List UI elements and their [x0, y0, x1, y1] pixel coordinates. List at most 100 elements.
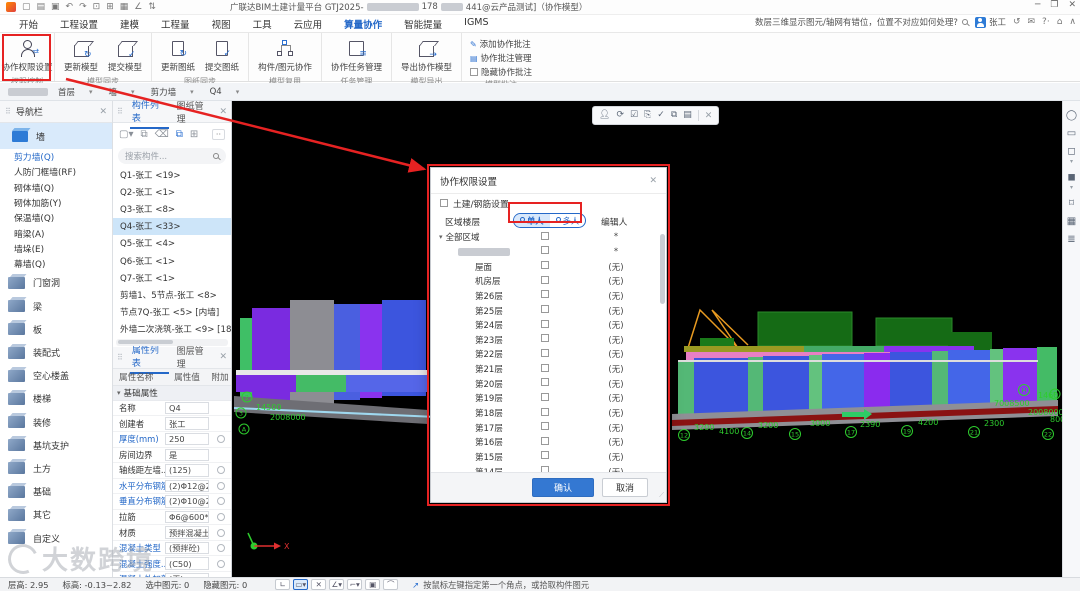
property-attach-cell[interactable] [211, 466, 231, 474]
horizontal-scrollbar[interactable] [116, 339, 228, 346]
confirm-button[interactable]: 确认 [532, 478, 594, 497]
collab-task-button[interactable]: ≡ 协作任务管理 [328, 35, 385, 75]
component-collab-button[interactable]: 构件/图元协作 [255, 35, 315, 75]
property-value-input[interactable]: 是 [165, 449, 209, 462]
help-icon[interactable]: ?· [1042, 17, 1050, 27]
new-component-icon[interactable]: ▢▾ [119, 129, 133, 140]
update-drawing-mini-icon[interactable]: ⎘ [644, 111, 651, 120]
sidebar-category-item[interactable]: 楼梯 [0, 387, 112, 410]
sidebar-category-item[interactable]: 基础 [0, 480, 112, 503]
toolbar-close-icon[interactable]: ✕ [705, 111, 713, 121]
dialog-close-icon[interactable]: ✕ [649, 176, 657, 186]
more-tools-icon[interactable]: ·· [212, 129, 225, 140]
property-attach-cell[interactable] [211, 497, 231, 505]
property-value-input[interactable]: 预拌混凝土 [165, 526, 209, 539]
floor-checkbox[interactable] [541, 451, 549, 459]
property-attach-cell[interactable] [211, 420, 231, 428]
list-item[interactable]: Q2-张工 <1> [113, 183, 231, 200]
property-value-input[interactable]: Q4 [165, 402, 209, 415]
floor-row[interactable]: ▾ 全部区域 * [431, 230, 666, 245]
list-item[interactable]: Q6-张工 <1> [113, 252, 231, 269]
sidebar-category-item[interactable]: 梁 [0, 295, 112, 318]
layer-component-icon[interactable]: ⊞ [190, 129, 198, 140]
sidebar-item[interactable]: 砌体加筋(Y) [0, 195, 112, 210]
floor-row[interactable]: ▾ 第14层 (无) [431, 464, 666, 472]
wire-cube-icon[interactable]: ◻ [1067, 147, 1075, 157]
hide-annotation-checkbox[interactable]: 隐藏协作批注 [470, 66, 532, 78]
sidebar-category-item[interactable]: 装修 [0, 411, 112, 434]
update-drawing-button[interactable]: ↻ 更新图纸 [158, 35, 198, 75]
property-attach-cell[interactable] [211, 435, 231, 443]
sync-icon[interactable]: ⇅ [148, 2, 156, 12]
sidebar-category-item[interactable]: 土方 [0, 457, 112, 480]
attach-radio-icon[interactable] [217, 435, 225, 443]
delete-component-icon[interactable]: ⌫ [155, 129, 169, 140]
submit-model-mini-icon[interactable]: ☑ [630, 111, 638, 120]
attach-radio-icon[interactable] [217, 544, 225, 552]
update-model-button[interactable]: ↻ 更新模型 [61, 35, 101, 75]
floor-checkbox[interactable] [541, 290, 549, 298]
list-item[interactable]: 节点7Q-张工 <5> [内墙] [113, 304, 231, 321]
sidebar-item[interactable]: 暗梁(A) [0, 225, 112, 240]
property-value-input[interactable]: (C50) [165, 557, 209, 570]
attach-radio-icon[interactable] [217, 466, 225, 474]
property-value-input[interactable]: Φ6@600*600 [165, 511, 209, 524]
chevron-down-icon[interactable]: ▾ [1070, 159, 1073, 165]
sidebar-category-item[interactable]: 空心楼盖 [0, 364, 112, 387]
caret-down-icon[interactable]: ▾ [439, 233, 443, 241]
sidebar-category-item[interactable]: 其它 [0, 503, 112, 526]
submit-drawing-mini-icon[interactable]: ✓ [657, 111, 665, 120]
collab-permission-mini-icon[interactable]: 👤︎ [599, 111, 610, 120]
property-attach-cell[interactable] [211, 544, 231, 552]
property-value-input[interactable]: 250 [165, 433, 209, 446]
sidebar-item[interactable]: 墙垛(E) [0, 241, 112, 256]
list-item[interactable]: Q4-张工 <33> [113, 218, 231, 235]
floor-row[interactable]: ▾ 第25层 (无) [431, 303, 666, 318]
property-value-input[interactable]: (2)Φ12@200 [165, 480, 209, 493]
collab-permission-button[interactable]: ⇄ 协作权限设置 [0, 35, 56, 75]
orbit-icon[interactable]: ◯ [1066, 111, 1077, 121]
menu-tab[interactable]: 开始 [8, 15, 49, 33]
list-item[interactable]: Q3-张工 <8> [113, 200, 231, 217]
property-panel-close-icon[interactable]: ✕ [219, 352, 227, 362]
cancel-button[interactable]: 取消 [602, 478, 648, 497]
view-grid-icon[interactable]: ⊞ [106, 2, 114, 12]
single-person-toggle[interactable]: 单人 [514, 214, 550, 227]
nav-panel-close-icon[interactable]: ✕ [99, 107, 107, 117]
save-icon[interactable]: ▣ [51, 2, 60, 12]
floor-checkbox[interactable] [541, 246, 549, 254]
floor-checkbox[interactable] [541, 408, 549, 416]
close-button[interactable]: ✕ [1068, 0, 1076, 10]
rect-select-tool-icon[interactable]: ▭▾ [293, 579, 308, 590]
property-value-input[interactable]: (2)Φ10@200 [165, 495, 209, 508]
angle-tool-icon[interactable]: ∠▾ [329, 579, 344, 590]
sidebar-category-item[interactable]: 装配式 [0, 341, 112, 364]
export-model-button[interactable]: → 导出协作模型 [398, 35, 455, 75]
grid-icon[interactable]: ▦ [120, 2, 129, 12]
floor-row[interactable]: ▾ 第16层 (无) [431, 435, 666, 450]
floor-row[interactable]: ▾ 屋面 (无) [431, 259, 666, 274]
property-group-row[interactable]: ▾ 基础属性 [113, 386, 231, 401]
sidebar-item[interactable]: 砌体墙(Q) [0, 180, 112, 195]
sidebar-item[interactable]: 幕墙(Q) [0, 256, 112, 271]
view-settings-icon[interactable]: ▦ [1067, 217, 1076, 227]
polyline-tool-icon[interactable]: ⌐▾ [347, 579, 362, 590]
menu-tab[interactable]: 工程设置 [49, 15, 109, 33]
floor-row[interactable]: ▾ 第21层 (无) [431, 362, 666, 377]
attach-radio-icon[interactable] [217, 529, 225, 537]
property-value-input[interactable]: 张工 [165, 417, 209, 430]
tab-component-list[interactable]: 构件列表 [130, 95, 169, 129]
tab-drawing-manage[interactable]: 图纸管理 [175, 96, 214, 128]
ortho-tool-icon[interactable]: ∟ [275, 579, 290, 590]
fill-tool-icon[interactable]: ▣ [365, 579, 380, 590]
collapse-ribbon-icon[interactable]: ∧ [1069, 17, 1076, 27]
home-icon[interactable]: ⌂ [1057, 17, 1063, 27]
menu-tab[interactable]: 工具 [242, 15, 283, 33]
attach-radio-icon[interactable] [217, 513, 225, 521]
list-item[interactable]: 外墙二次浇筑-张工 <9> [180 C30 外墙 洽商00- [113, 321, 231, 338]
floor-checkbox[interactable] [541, 437, 549, 445]
floor-row[interactable]: ▾ 机房层 (无) [431, 274, 666, 289]
drag-handle-icon[interactable]: ⠿ [5, 107, 12, 116]
task-manage-mini-icon[interactable]: ▤ [683, 111, 692, 120]
component-search-input[interactable]: 搜索构件... [118, 148, 226, 164]
